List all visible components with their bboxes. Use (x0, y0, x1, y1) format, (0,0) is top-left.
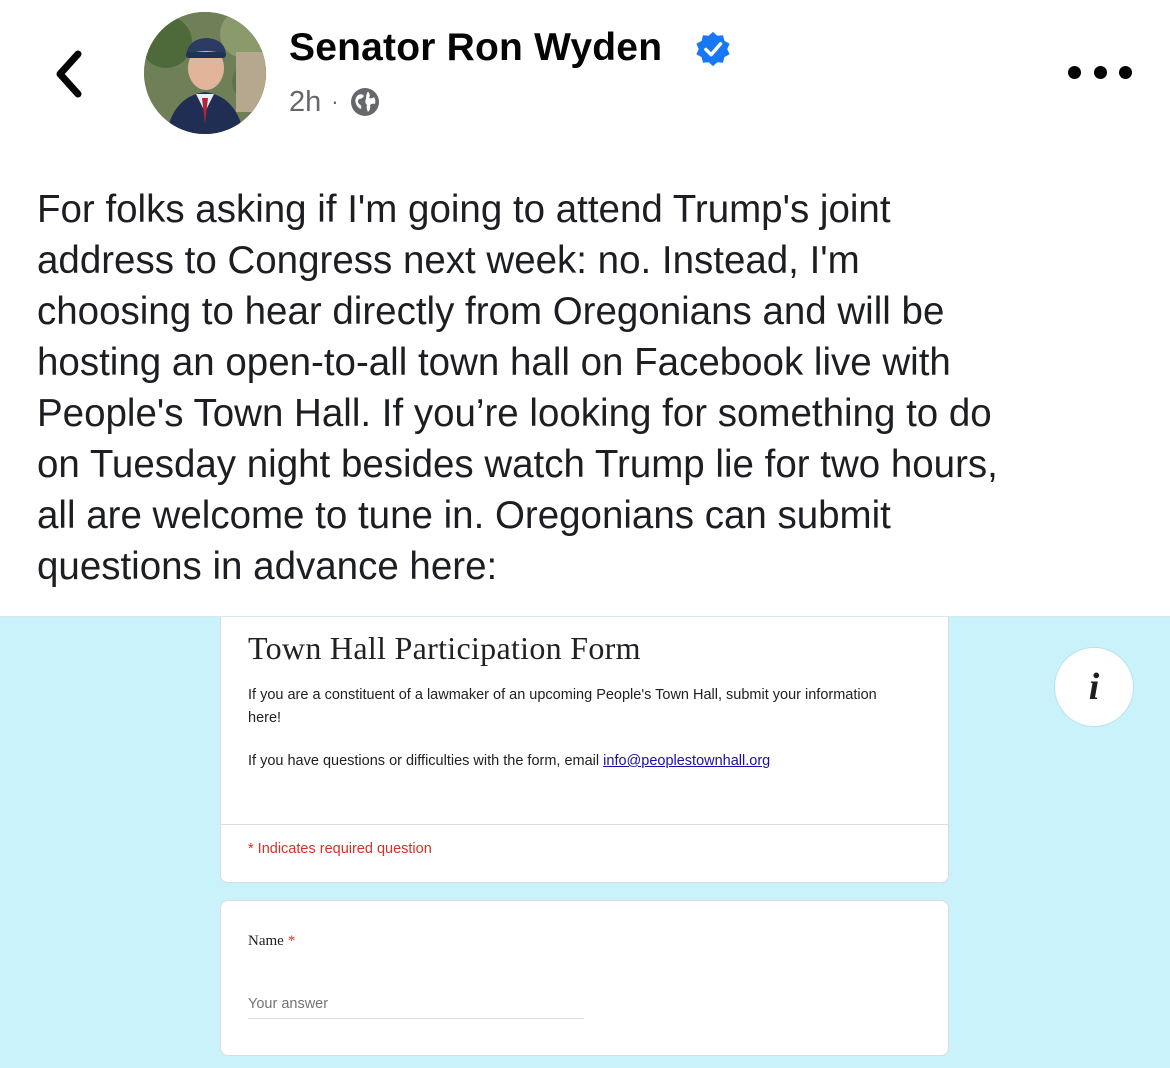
profile-photo (144, 12, 266, 134)
required-asterisk: * (287, 933, 296, 949)
link-preview-image[interactable]: Town Hall Participation Form If you are … (0, 616, 1170, 1068)
verified-badge-icon (696, 31, 730, 67)
contact-email-link[interactable]: info@peoplestownhall.org (603, 753, 770, 769)
name-input[interactable] (248, 989, 584, 1019)
post-timestamp[interactable]: 2h (289, 86, 321, 119)
chevron-left-icon (56, 50, 82, 98)
info-icon: i (1088, 666, 1100, 708)
more-options-button[interactable] (1068, 60, 1132, 84)
form-header-card: Town Hall Participation Form If you are … (220, 617, 949, 883)
post-meta: 2h · (289, 84, 381, 120)
required-note: * Indicates required question (248, 841, 432, 857)
info-button[interactable]: i (1054, 647, 1134, 727)
post-header: Senator Ron Wyden 2h · (0, 0, 1170, 160)
dot-icon (1093, 65, 1107, 79)
meta-separator: · (331, 89, 339, 114)
dot-icon (1068, 65, 1081, 79)
avatar[interactable] (144, 12, 266, 134)
form-contact-prefix: If you have questions or difficulties wi… (248, 753, 604, 769)
name-label-text: Name (248, 933, 284, 949)
name-question-card: Name * (220, 900, 949, 1056)
divider (221, 824, 948, 825)
post-body-text: For folks asking if I'm going to attend … (37, 188, 998, 588)
form-contact-text: If you have questions or difficulties wi… (248, 753, 770, 769)
name-field-label: Name * (248, 933, 295, 950)
dot-icon (1119, 65, 1132, 79)
globe-icon (350, 88, 379, 116)
form-description: If you are a constituent of a lawmaker o… (248, 687, 877, 726)
page-name[interactable]: Senator Ron Wyden (289, 26, 662, 70)
form-title: Town Hall Participation Form (248, 630, 641, 666)
back-button[interactable] (48, 44, 98, 104)
